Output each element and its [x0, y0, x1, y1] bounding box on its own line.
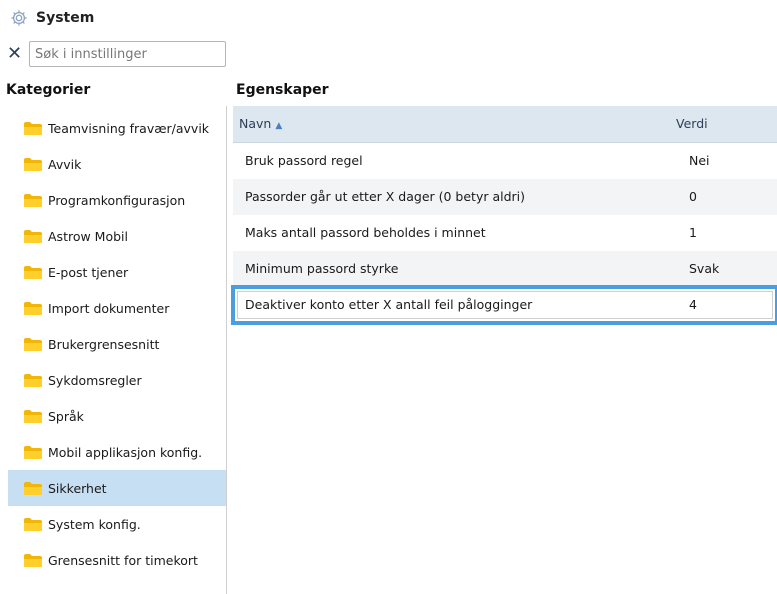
table-row[interactable]: Bruk passord regel Nei — [233, 143, 777, 179]
property-name: Maks antall passord beholdes i minnet — [245, 225, 486, 240]
categories-heading: Kategorier — [6, 82, 91, 98]
category-label: Språk — [48, 408, 84, 424]
category-item[interactable]: Astrow Mobil — [8, 218, 226, 254]
folder-icon — [24, 445, 42, 459]
property-name: Deaktiver konto etter X antall feil pålo… — [245, 297, 533, 312]
category-label: Grensesnitt for timekort — [48, 552, 198, 568]
category-item[interactable]: Grensesnitt for timekort — [8, 542, 226, 578]
category-label: Sikkerhet — [48, 480, 107, 496]
folder-icon — [24, 409, 42, 423]
grid-header: Navn ▲ Verdi — [233, 106, 777, 143]
property-value[interactable]: 0 — [689, 189, 697, 204]
category-item[interactable]: Brukergrensesnitt — [8, 326, 226, 362]
category-item[interactable]: Teamvisning fravær/avvik — [8, 110, 226, 146]
category-item[interactable]: Avvik — [8, 146, 226, 182]
properties-heading: Egenskaper — [236, 82, 329, 98]
category-item[interactable]: Språk — [8, 398, 226, 434]
gear-icon — [11, 10, 27, 26]
folder-icon — [24, 265, 42, 279]
property-name: Passorder går ut etter X dager (0 betyr … — [245, 189, 526, 204]
column-header-name[interactable]: Navn ▲ — [239, 116, 282, 131]
folder-icon — [24, 481, 42, 495]
category-item[interactable]: Import dokumenter — [8, 290, 226, 326]
close-icon[interactable]: ✕ — [7, 44, 22, 64]
property-value[interactable]: Svak — [689, 261, 719, 276]
folder-icon — [24, 121, 42, 135]
category-label: Brukergrensesnitt — [48, 336, 160, 352]
folder-icon — [24, 193, 42, 207]
category-item[interactable]: System konfig. — [8, 506, 226, 542]
property-name: Minimum passord styrke — [245, 261, 399, 276]
folder-icon — [24, 337, 42, 351]
sort-ascending-icon: ▲ — [275, 121, 283, 131]
category-label: Programkonfigurasjon — [48, 192, 186, 208]
category-item[interactable]: E-post tjener — [8, 254, 226, 290]
category-label: E-post tjener — [48, 264, 129, 280]
category-item[interactable]: Sikkerhet — [8, 470, 226, 506]
category-item[interactable]: Programkonfigurasjon — [8, 182, 226, 218]
category-label: System konfig. — [48, 516, 141, 532]
folder-icon — [24, 157, 42, 171]
folder-icon — [24, 553, 42, 567]
property-value[interactable]: 4 — [689, 297, 697, 312]
category-label: Teamvisning fravær/avvik — [48, 120, 210, 136]
table-row[interactable]: Passorder går ut etter X dager (0 betyr … — [233, 179, 777, 215]
category-label: Sykdomsregler — [48, 372, 142, 388]
folder-icon — [24, 517, 42, 531]
category-label: Import dokumenter — [48, 300, 170, 316]
folder-icon — [24, 373, 42, 387]
property-value[interactable]: Nei — [689, 153, 710, 168]
category-item[interactable]: Mobil applikasjon konfig. — [8, 434, 226, 470]
category-list: Teamvisning fravær/avvik Avvik Programkonf… — [0, 106, 227, 594]
category-label: Avvik — [48, 156, 82, 172]
property-name: Bruk passord regel — [245, 153, 363, 168]
category-label: Mobil applikasjon konfig. — [48, 444, 203, 460]
search-bar: ✕ — [0, 41, 240, 69]
app-header: System — [0, 0, 777, 38]
category-label: Astrow Mobil — [48, 228, 128, 244]
category-item[interactable]: Sykdomsregler — [8, 362, 226, 398]
table-row[interactable]: Maks antall passord beholdes i minnet 1 — [233, 215, 777, 251]
search-input[interactable] — [29, 41, 226, 67]
folder-icon — [24, 301, 42, 315]
table-row[interactable]: Minimum passord styrke Svak — [233, 251, 777, 287]
property-value[interactable]: 1 — [689, 225, 697, 240]
table-row[interactable]: Deaktiver konto etter X antall feil pålo… — [231, 285, 777, 325]
page-title: System — [36, 10, 95, 26]
column-name-label: Navn — [239, 116, 272, 131]
column-header-value[interactable]: Verdi — [676, 116, 708, 131]
folder-icon — [24, 229, 42, 243]
